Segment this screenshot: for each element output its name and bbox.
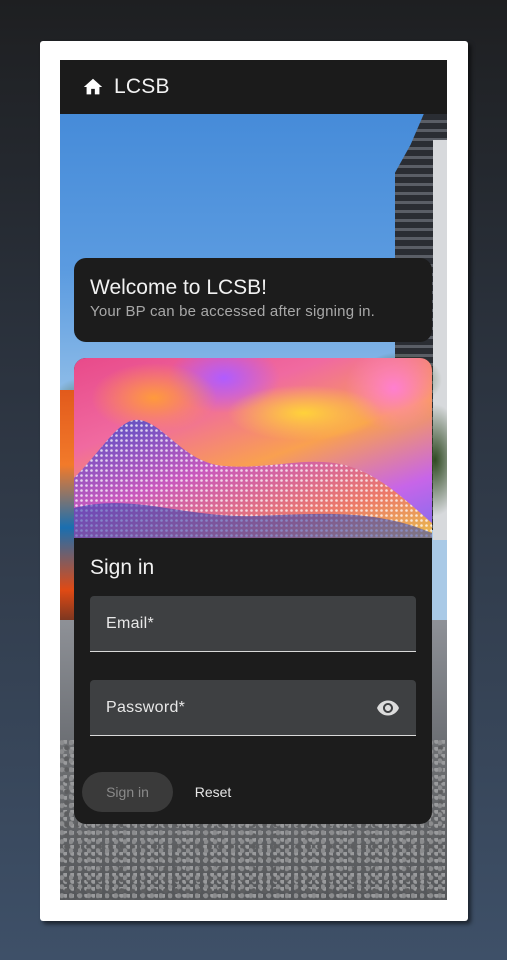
eye-icon[interactable] (376, 696, 400, 720)
home-icon[interactable] (82, 76, 104, 98)
email-input[interactable] (90, 596, 416, 651)
email-field[interactable]: Email* (90, 596, 416, 652)
hero-image (74, 358, 432, 538)
password-field[interactable]: Password* (90, 680, 416, 736)
welcome-subtitle: Your BP can be accessed after signing in… (90, 303, 376, 320)
signin-card: Sign in Email* Password* Sign in Reset (74, 358, 432, 824)
app-title[interactable]: LCSB (114, 75, 170, 99)
signin-title: Sign in (90, 556, 155, 579)
signin-button[interactable]: Sign in (82, 772, 173, 812)
reset-button[interactable]: Reset (184, 772, 242, 812)
welcome-title: Welcome to LCSB! (90, 276, 268, 299)
app-bar: LCSB (60, 60, 447, 114)
welcome-card: Welcome to LCSB! Your BP can be accessed… (74, 258, 432, 342)
password-input[interactable] (90, 680, 416, 735)
